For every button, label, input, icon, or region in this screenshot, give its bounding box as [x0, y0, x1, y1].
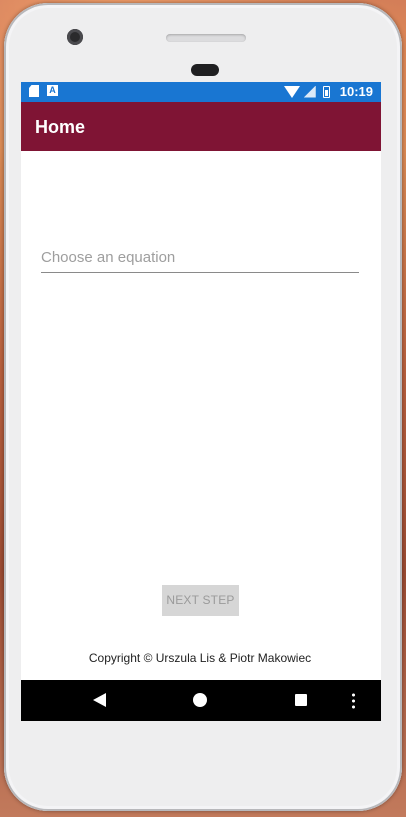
- page-title: Home: [35, 117, 86, 137]
- status-left-icons: A: [29, 85, 58, 97]
- copyright-text: Copyright © Urszula Lis & Piotr Makowiec: [88, 651, 312, 665]
- app-bar: Home: [21, 102, 381, 151]
- wifi-icon: [283, 86, 300, 98]
- more-options-icon[interactable]: [352, 692, 355, 709]
- next-step-button[interactable]: NEXT STEP: [162, 585, 239, 616]
- signal-icon: [303, 85, 316, 98]
- front-camera: [67, 29, 83, 45]
- navigation-bar: [21, 680, 381, 721]
- app-screen: A 10:19 Home Choose an equation NEXT STE…: [21, 82, 381, 721]
- status-bar: A 10:19: [21, 82, 381, 102]
- proximity-sensor: [191, 64, 219, 76]
- a-notification-icon: A: [47, 85, 58, 96]
- recent-apps-icon[interactable]: [295, 694, 307, 706]
- sd-card-icon: [29, 85, 39, 97]
- home-icon[interactable]: [193, 693, 207, 707]
- equation-picker[interactable]: Choose an equation: [41, 248, 359, 273]
- battery-icon: [322, 85, 330, 98]
- earpiece-speaker: [166, 34, 246, 42]
- status-clock: 10:19: [339, 84, 373, 99]
- equation-picker-placeholder: Choose an equation: [41, 249, 176, 266]
- back-icon[interactable]: [93, 693, 106, 707]
- status-right-icons: 10:19: [283, 84, 373, 99]
